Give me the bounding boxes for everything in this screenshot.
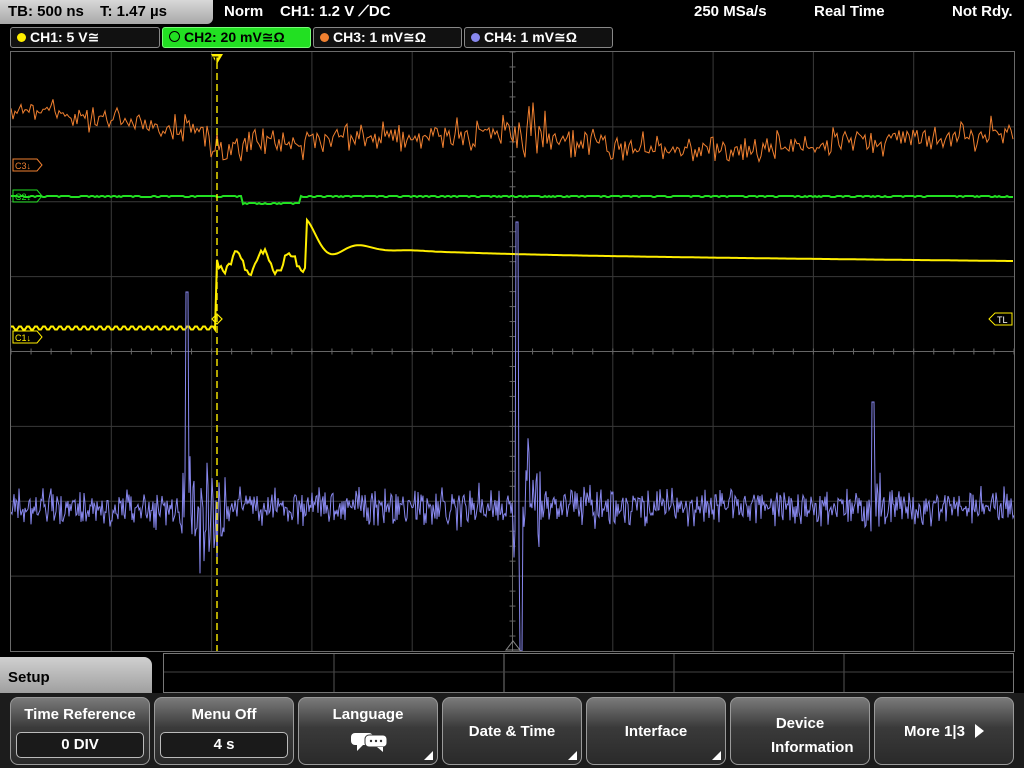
status-bar: TB: 500 ns T: 1.47 µs Norm CH1: 1.2 V ⟋D…	[0, 0, 1024, 26]
interface-button[interactable]: Interface	[586, 697, 726, 765]
channel-tab-label: CH1: 5 V≅	[30, 29, 100, 45]
submenu-corner-icon	[568, 751, 577, 760]
trigger-source[interactable]: CH1: 1.2 V ⟋DC	[280, 0, 391, 24]
device-information-button[interactable]: Device Information	[730, 697, 870, 765]
time-reference-button[interactable]: Time Reference 0 DIV	[10, 697, 150, 765]
time-reference-label: Time Reference	[24, 706, 136, 723]
channel-tab-label: CH2: 20 mV≅Ω	[184, 29, 285, 45]
trigger-time-value: T: 1.47 µs	[100, 3, 168, 20]
ch2-color-dot	[169, 31, 180, 42]
menu-off-value: 4 s	[160, 732, 288, 758]
speech-bubbles-icon	[351, 733, 388, 752]
channel-tab-label: CH4: 1 mV≅Ω	[484, 29, 577, 45]
waveform-canvas: T C3↓ C2↓ C1↓ TL	[11, 52, 1014, 651]
svg-text:C2↓: C2↓	[15, 192, 31, 202]
device-information-label: Device Information	[771, 715, 854, 756]
channel-tab-ch1[interactable]: CH1: 5 V≅	[10, 27, 160, 48]
more-label-wrap: More 1|3	[875, 723, 1013, 740]
acquisition-state: Not Rdy.	[952, 3, 1013, 20]
language-button[interactable]: Language	[298, 697, 438, 765]
submenu-corner-icon	[712, 751, 721, 760]
ch3-color-dot	[320, 33, 329, 42]
time-reference-value: 0 DIV	[16, 732, 144, 758]
svg-text:C1↓: C1↓	[15, 333, 31, 343]
overview-strip	[163, 653, 1014, 693]
menu-off-button[interactable]: Menu Off 4 s	[154, 697, 294, 765]
channel-tab-ch3[interactable]: CH3: 1 mV≅Ω	[313, 27, 462, 48]
language-label: Language	[332, 706, 404, 723]
svg-text:C3↓: C3↓	[15, 161, 31, 171]
menu-off-label: Menu Off	[191, 706, 257, 723]
submenu-corner-icon	[424, 751, 433, 760]
date-time-button[interactable]: Date & Time	[442, 697, 582, 765]
arrow-right-icon	[974, 724, 984, 738]
timebase-value: TB: 500 ns	[8, 3, 84, 20]
trigger-mode[interactable]: Norm	[224, 0, 263, 24]
ch1-color-dot	[17, 33, 26, 42]
more-button[interactable]: More 1|3	[874, 697, 1014, 765]
date-time-label: Date & Time	[468, 723, 556, 740]
setup-menu-title: Setup	[8, 669, 50, 686]
channel-tab-ch4[interactable]: CH4: 1 mV≅Ω	[464, 27, 613, 48]
sample-rate: 250 MSa/s	[694, 3, 767, 20]
svg-text:TL: TL	[997, 315, 1008, 325]
c3-offset-marker: C3↓	[12, 158, 43, 172]
trigger-position-label: T	[213, 55, 219, 65]
channel-tab-label: CH3: 1 mV≅Ω	[333, 29, 426, 45]
acquisition-mode: Real Time	[814, 3, 885, 20]
c1-offset-marker: C1↓	[12, 330, 43, 344]
overview-grid	[164, 654, 1013, 692]
more-label: More 1|3	[904, 723, 965, 740]
channel-tab-ch2[interactable]: CH2: 20 mV≅Ω	[162, 27, 311, 48]
setup-menu-tab[interactable]: Setup	[0, 657, 152, 697]
ch4-color-dot	[471, 33, 480, 42]
trigger-level-marker: TL	[988, 312, 1013, 326]
timebase-box[interactable]: TB: 500 ns T: 1.47 µs	[0, 0, 213, 24]
interface-label: Interface	[624, 723, 688, 740]
waveform-display[interactable]: T C3↓ C2↓ C1↓ TL	[10, 51, 1015, 652]
